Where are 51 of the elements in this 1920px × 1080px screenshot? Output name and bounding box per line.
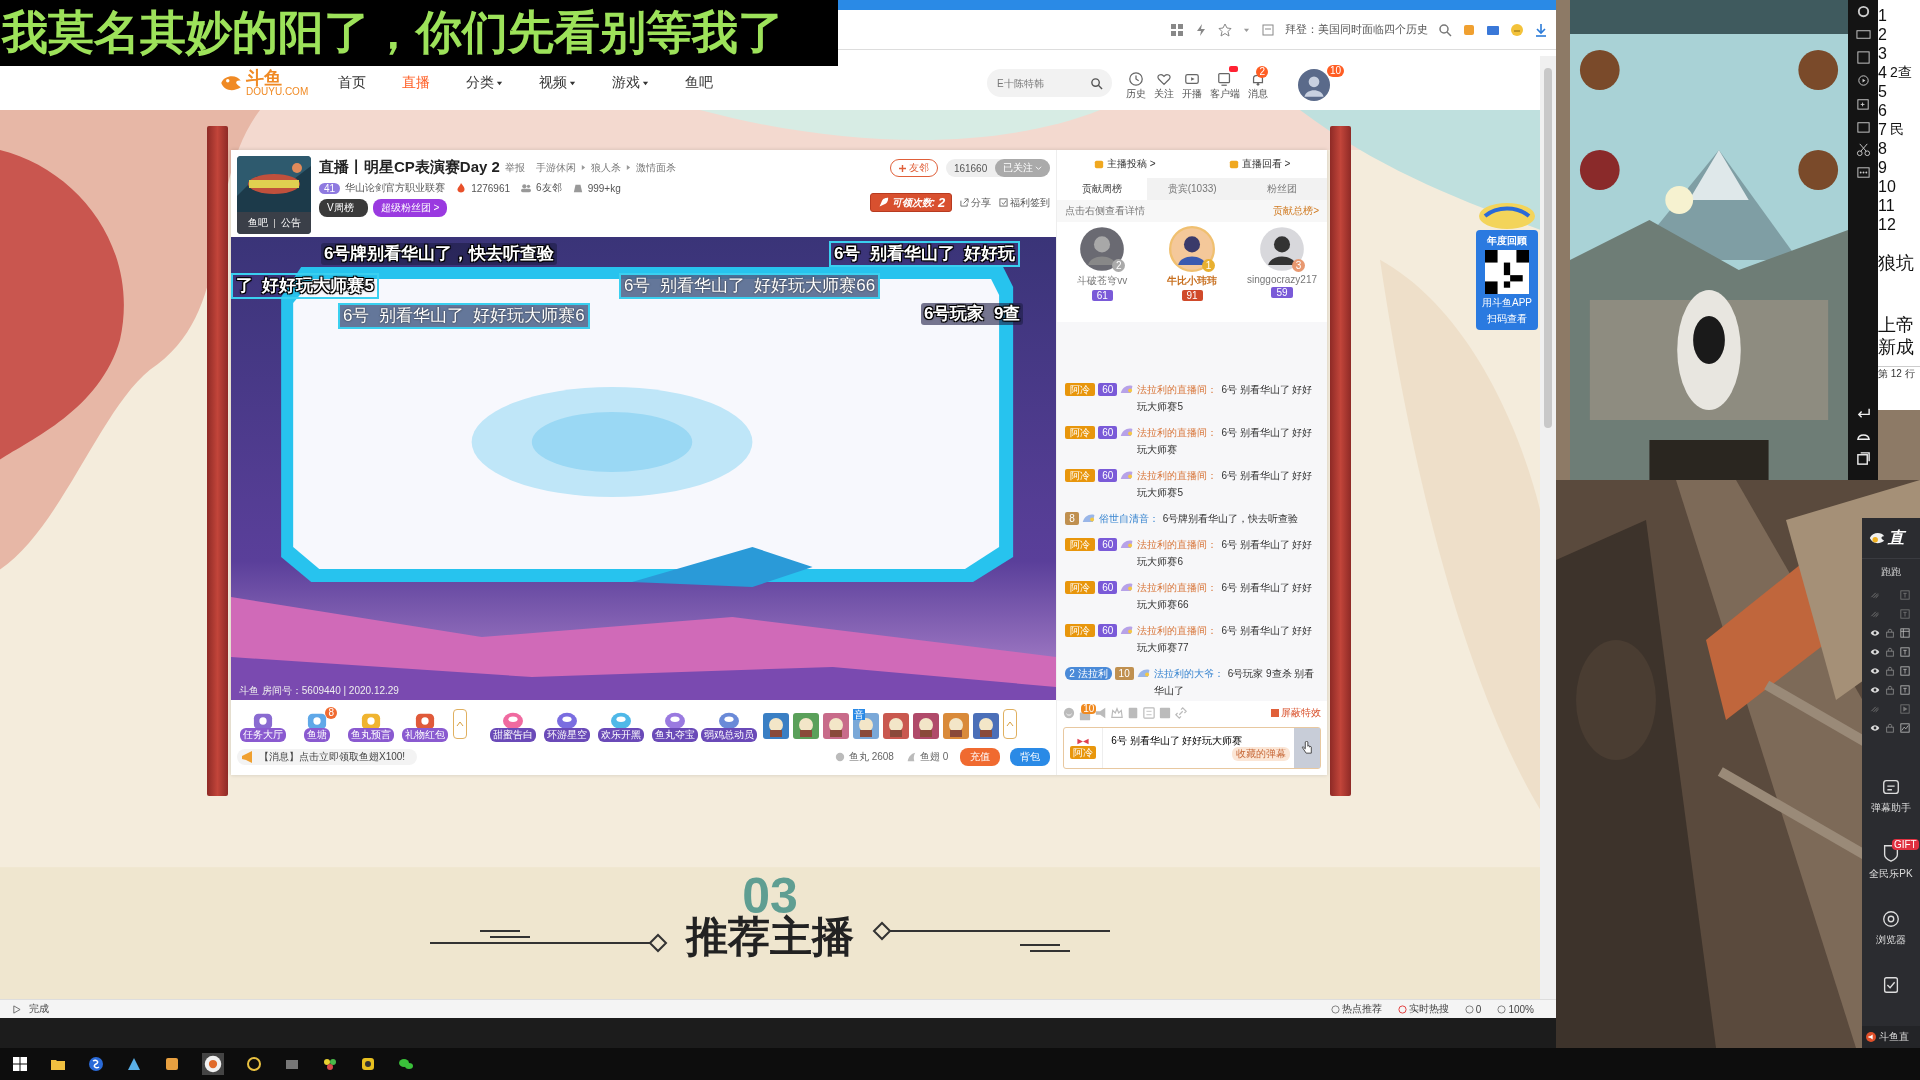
download-icon[interactable] — [1534, 22, 1548, 37]
nav-action[interactable]: 关注 — [1154, 65, 1174, 101]
search-icon[interactable] — [1090, 77, 1103, 90]
notification-badge: 2 — [1256, 65, 1268, 78]
scrollbar[interactable] — [1540, 56, 1556, 999]
notification-badge: 10 — [1326, 65, 1344, 77]
chat-app-icon[interactable] — [398, 1056, 414, 1072]
app-icon[interactable] — [164, 1056, 180, 1072]
start-icon[interactable] — [12, 1056, 28, 1072]
news-icon — [1261, 22, 1275, 37]
caret-icon[interactable] — [642, 79, 650, 87]
status-icon — [1397, 1004, 1407, 1014]
nav-link[interactable]: 视频 — [539, 74, 577, 92]
nav-link[interactable]: 游戏 — [612, 74, 650, 92]
search-field[interactable]: E十陈特韩 — [987, 69, 1112, 97]
monitor-icon — [1217, 70, 1233, 87]
nav-action[interactable]: 历史 — [1126, 65, 1146, 101]
nav-link[interactable]: 分类 — [466, 74, 504, 92]
scrollbar-thumb[interactable] — [1544, 68, 1552, 428]
search-icon[interactable] — [1438, 22, 1452, 37]
status-item[interactable]: 100% — [1497, 1003, 1534, 1015]
clock-icon — [1128, 70, 1144, 87]
app-icon[interactable] — [88, 1056, 104, 1072]
status-icon — [1330, 1004, 1340, 1014]
app-icon[interactable] — [246, 1056, 262, 1072]
nav-link[interactable]: 首页 — [338, 74, 367, 92]
lightning-icon[interactable] — [1194, 22, 1208, 37]
status-icon — [1497, 1004, 1507, 1014]
nav-action[interactable]: 客户端 — [1210, 65, 1240, 101]
status-item[interactable]: 热点推荐 — [1330, 1002, 1382, 1016]
grid-icon[interactable] — [1170, 22, 1184, 37]
app-icon[interactable] — [322, 1056, 338, 1072]
app-icon[interactable] — [360, 1056, 376, 1072]
news-ticker[interactable]: 拜登：美国同时面临四个历史 — [1285, 22, 1428, 37]
app-icon[interactable] — [126, 1056, 142, 1072]
play-icon[interactable] — [12, 1004, 21, 1014]
nav-link[interactable]: 鱼吧 — [685, 74, 714, 92]
status-item[interactable]: 0 — [1464, 1003, 1482, 1015]
user-avatar[interactable] — [1298, 69, 1330, 101]
status-icon — [1464, 1004, 1474, 1014]
nav-action[interactable]: 消息 2 — [1248, 65, 1268, 101]
caret-icon[interactable] — [569, 79, 577, 87]
smiley-icon[interactable] — [1510, 22, 1524, 37]
status-item[interactable]: 实时热搜 — [1397, 1002, 1449, 1016]
logo-subtitle: DOUYU.COM — [246, 87, 309, 97]
caption-text: 我莫名其妙的阳了，你们先看别等我了 — [2, 5, 784, 60]
star-icon[interactable] — [1218, 22, 1232, 37]
status-text: 完成 — [29, 1002, 49, 1016]
nav-action[interactable]: 开播 — [1182, 65, 1202, 101]
caret-icon[interactable] — [496, 79, 504, 87]
app-icon[interactable] — [202, 1053, 224, 1075]
